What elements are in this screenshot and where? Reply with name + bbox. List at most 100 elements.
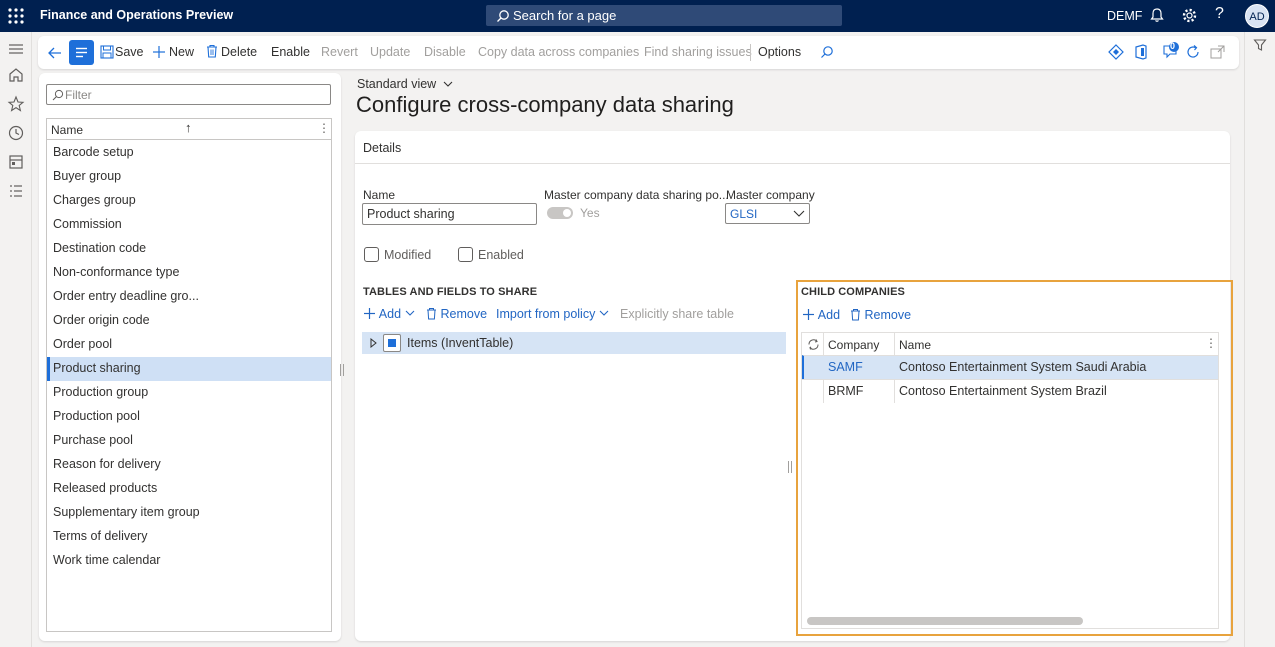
action-menu-button[interactable] <box>69 40 94 65</box>
delete-trash-icon[interactable] <box>206 44 218 58</box>
new-plus-icon[interactable] <box>152 45 166 59</box>
list-item[interactable]: Non-conformance type <box>47 261 331 285</box>
list-item[interactable]: Supplementary item group <box>47 501 331 525</box>
table-row[interactable]: BRMF Contoso Entertainment System Brazil <box>802 379 1218 403</box>
save-button[interactable]: Save <box>115 45 144 59</box>
details-divider <box>355 163 1230 164</box>
list-item[interactable]: Commission <box>47 213 331 237</box>
top-bar: Finance and Operations Preview Search fo… <box>0 0 1275 32</box>
home-icon[interactable] <box>7 66 25 84</box>
enabled-checkbox[interactable] <box>458 247 473 262</box>
update-button[interactable]: Update <box>370 45 410 59</box>
recent-clock-icon[interactable] <box>7 124 25 142</box>
favorites-star-icon[interactable] <box>7 95 25 113</box>
list-item[interactable]: Production group <box>47 381 331 405</box>
filter-funnel-icon[interactable] <box>1253 38 1267 52</box>
view-selector[interactable]: Standard view <box>357 77 453 91</box>
delete-button[interactable]: Delete <box>221 45 257 59</box>
explicitly-share-table-button[interactable]: Explicitly share table <box>620 307 734 321</box>
tables-remove-button[interactable]: Remove <box>426 307 487 321</box>
name-column-header[interactable]: Name <box>899 338 931 352</box>
list-panel: Filter Name ↑ ⋮ Barcode setup Buyer group… <box>39 73 341 641</box>
list-item-label: Buyer group <box>53 169 122 183</box>
list-item-label: Order entry deadline gro... <box>53 289 199 303</box>
refresh-icon[interactable] <box>1185 44 1201 60</box>
add-plus-icon <box>363 307 376 320</box>
master-company-select[interactable]: GLSI <box>725 203 810 224</box>
details-card: Details Name Product sharing Master comp… <box>355 131 1233 641</box>
copy-data-across-companies-button[interactable]: Copy data across companies <box>478 45 639 59</box>
filter-input[interactable]: Filter <box>46 84 331 105</box>
new-button[interactable]: New <box>169 45 194 59</box>
action-search-icon[interactable] <box>820 45 834 59</box>
disable-button[interactable]: Disable <box>424 45 466 59</box>
list-item[interactable]: Reason for delivery <box>47 453 331 477</box>
office-icon[interactable] <box>1134 44 1148 60</box>
panel-splitter-handle[interactable] <box>340 364 344 376</box>
back-arrow-icon[interactable] <box>47 45 63 61</box>
child-companies-grid: Company Name ⋮ SAMF Contoso Entertainment… <box>801 332 1219 629</box>
enable-button[interactable]: Enable <box>271 45 310 59</box>
name-field[interactable]: Product sharing <box>362 203 537 225</box>
column-options-icon[interactable]: ⋮ <box>1205 336 1217 350</box>
settings-gear-icon[interactable] <box>1181 7 1198 24</box>
policy-toggle[interactable] <box>547 207 573 219</box>
app-launcher-icon[interactable] <box>6 6 26 26</box>
revert-button[interactable]: Revert <box>321 45 358 59</box>
save-icon[interactable] <box>100 45 114 59</box>
list-item-label: Commission <box>53 217 122 231</box>
sort-ascending-icon[interactable]: ↑ <box>185 120 192 135</box>
expand-triangle-icon[interactable] <box>370 338 377 348</box>
filter-placeholder: Filter <box>65 88 92 102</box>
options-tab[interactable]: Options <box>758 45 801 59</box>
list-item[interactable]: Destination code <box>47 237 331 261</box>
table-row[interactable]: SAMF Contoso Entertainment System Saudi A… <box>802 355 1218 379</box>
help-icon[interactable]: ? <box>1215 5 1224 23</box>
section-splitter-handle[interactable] <box>788 461 792 473</box>
list-item[interactable]: Work time calendar <box>47 549 331 573</box>
list-item[interactable]: Purchase pool <box>47 429 331 453</box>
list-item[interactable]: Barcode setup <box>47 141 331 165</box>
refresh-grid-icon[interactable] <box>807 338 820 351</box>
row-select-checkbox[interactable] <box>383 334 401 352</box>
details-fasttab-header[interactable]: Details <box>363 141 401 155</box>
list-item[interactable]: Product sharing <box>47 357 331 381</box>
list-item[interactable]: Order entry deadline gro... <box>47 285 331 309</box>
page-search-button[interactable]: Search for a page <box>486 5 842 26</box>
list-item[interactable]: Order origin code <box>47 309 331 333</box>
user-avatar[interactable]: AD <box>1245 4 1269 28</box>
hamburger-menu-icon[interactable] <box>7 40 25 58</box>
table-tree-row[interactable]: Items (InventTable) <box>362 332 786 354</box>
horizontal-scrollbar[interactable] <box>807 617 1083 625</box>
child-add-button[interactable]: Add <box>802 308 840 322</box>
list-item[interactable]: Terms of delivery <box>47 525 331 549</box>
import-from-policy-button[interactable]: Import from policy <box>496 307 609 321</box>
list-item-label: Purchase pool <box>53 433 133 447</box>
power-apps-diamond-icon[interactable] <box>1108 44 1124 60</box>
child-remove-label: Remove <box>864 308 912 322</box>
company-cell[interactable]: SAMF <box>828 360 863 374</box>
list-item[interactable]: Buyer group <box>47 165 331 189</box>
find-sharing-issues-button[interactable]: Find sharing issues <box>644 45 752 59</box>
company-picker[interactable]: DEMF <box>1107 9 1142 23</box>
child-remove-button[interactable]: Remove <box>850 308 911 322</box>
notification-bell-icon[interactable] <box>1149 7 1165 23</box>
company-column-header[interactable]: Company <box>828 338 879 352</box>
modules-list-icon[interactable] <box>7 182 25 200</box>
name-field-label: Name <box>363 188 396 202</box>
tables-remove-label: Remove <box>440 307 488 321</box>
column-options-icon[interactable]: ⋮ <box>318 121 330 135</box>
list-item[interactable]: Released products <box>47 477 331 501</box>
workspaces-icon[interactable] <box>7 153 25 171</box>
policy-toggle-value: Yes <box>580 206 600 220</box>
filter-search-icon <box>52 89 64 101</box>
company-name-cell: Contoso Entertainment System Brazil <box>899 384 1107 398</box>
open-in-new-window-icon[interactable] <box>1210 45 1225 59</box>
list-item[interactable]: Order pool <box>47 333 331 357</box>
search-label: Search for a page <box>513 8 617 23</box>
name-column-header[interactable]: Name <box>51 123 83 137</box>
list-item[interactable]: Production pool <box>47 405 331 429</box>
tables-add-button[interactable]: Add <box>363 307 415 321</box>
modified-checkbox[interactable] <box>364 247 379 262</box>
list-item[interactable]: Charges group <box>47 189 331 213</box>
